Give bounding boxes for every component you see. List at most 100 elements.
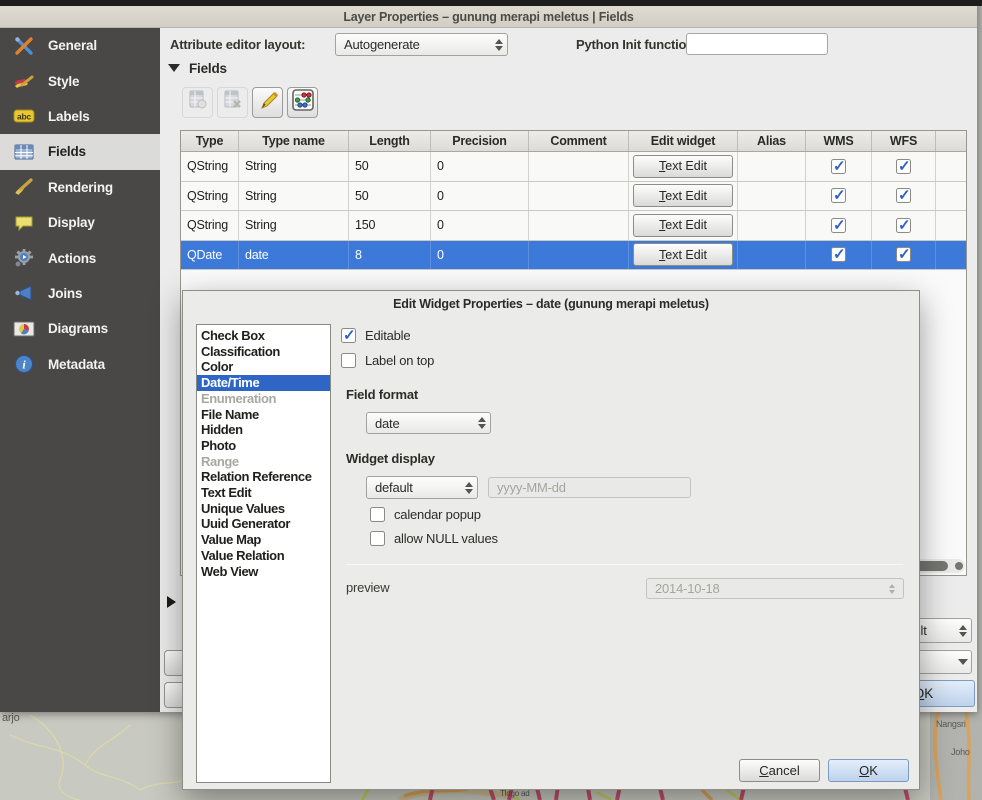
edit-widget-button[interactable]: Text Edit <box>633 214 733 237</box>
dropdown-arrow-icon[interactable] <box>955 659 971 665</box>
cell-type: QString <box>181 211 239 240</box>
column-header[interactable]: Edit widget <box>629 131 738 151</box>
spinner-arrows-icon[interactable] <box>955 625 971 637</box>
widget-type-item[interactable]: Relation Reference <box>197 469 330 485</box>
scrollbar-end-dot <box>955 562 963 570</box>
allow-null-checkbox-row[interactable]: allow NULL values <box>370 531 498 546</box>
panel-collapse-arrow-icon[interactable] <box>167 596 176 608</box>
table-row-selected[interactable]: QDate date 8 0 Text Edit <box>181 241 966 271</box>
ok-button[interactable]: OK <box>828 759 909 782</box>
sidebar-item-label: General <box>48 38 97 53</box>
sidebar-item-label: Display <box>48 215 95 230</box>
sidebar-item-fields[interactable]: Fields <box>0 134 160 169</box>
table-row[interactable]: QString String 50 0 Text Edit <box>181 182 966 212</box>
sidebar-item-labels[interactable]: abc Labels <box>0 99 160 134</box>
cell-alias <box>738 211 806 240</box>
widget-type-item[interactable]: Value Map <box>197 532 330 548</box>
cell-comment <box>529 241 629 270</box>
wms-checkbox[interactable] <box>831 218 846 233</box>
python-init-input[interactable] <box>686 33 828 55</box>
widget-type-item[interactable]: File Name <box>197 407 330 423</box>
edit-widget-button[interactable]: Text Edit <box>633 155 733 178</box>
attribute-editor-layout-combo[interactable]: Autogenerate <box>335 33 508 56</box>
python-init-label: Python Init function <box>576 37 694 52</box>
fields-table-header: Type Type name Length Precision Comment … <box>181 131 966 152</box>
toggle-editing-pencil-icon <box>257 89 279 116</box>
calendar-popup-checkbox[interactable] <box>370 507 385 522</box>
screen: arjo Nangsri Joho Tlogo ad Layer Propert… <box>0 0 982 800</box>
new-column-button[interactable] <box>182 87 213 118</box>
column-header[interactable]: Type name <box>239 131 349 151</box>
widget-type-item[interactable]: Color <box>197 359 330 375</box>
wms-checkbox[interactable] <box>831 159 846 174</box>
cell-precision: 0 <box>431 152 529 181</box>
sidebar-item-actions[interactable]: Actions <box>0 240 160 275</box>
editable-checkbox-row[interactable]: Editable <box>341 328 410 343</box>
wfs-checkbox[interactable] <box>896 159 911 174</box>
preview-value: 2014-10-18 <box>655 581 720 596</box>
calendar-popup-checkbox-row[interactable]: calendar popup <box>370 507 481 522</box>
editable-checkbox[interactable] <box>341 328 356 343</box>
cell-type: QString <box>181 152 239 181</box>
field-format-combo[interactable]: date <box>366 412 491 434</box>
spinner-arrows-icon[interactable] <box>474 417 490 429</box>
widget-type-item[interactable]: Value Relation <box>197 548 330 564</box>
widget-type-item[interactable]: Web View <box>197 564 330 580</box>
column-header[interactable]: Comment <box>529 131 629 151</box>
allow-null-checkbox[interactable] <box>370 531 385 546</box>
wfs-checkbox[interactable] <box>896 218 911 233</box>
label-on-top-checkbox-row[interactable]: Label on top <box>341 353 434 368</box>
sidebar-item-general[interactable]: General <box>0 28 160 63</box>
widget-type-item[interactable]: Photo <box>197 438 330 454</box>
widget-type-item[interactable]: Uuid Generator <box>197 516 330 532</box>
sidebar-item-metadata[interactable]: i Metadata <box>0 347 160 382</box>
cancel-button[interactable]: Cancel <box>739 759 820 782</box>
column-header[interactable]: Type <box>181 131 239 151</box>
wfs-checkbox[interactable] <box>896 247 911 262</box>
widget-type-item[interactable]: Check Box <box>197 328 330 344</box>
column-header[interactable]: Alias <box>738 131 806 151</box>
style-brush-icon <box>13 70 35 92</box>
group-collapse-caret-icon[interactable] <box>168 64 180 72</box>
widget-type-item[interactable]: Unique Values <box>197 501 330 517</box>
sidebar-item-rendering[interactable]: Rendering <box>0 170 160 205</box>
edit-widget-button[interactable]: Text Edit <box>633 184 733 207</box>
sidebar-item-display[interactable]: Display <box>0 205 160 240</box>
column-header[interactable]: Length <box>349 131 431 151</box>
column-header[interactable]: WFS <box>872 131 936 151</box>
column-header[interactable]: WMS <box>806 131 872 151</box>
wfs-checkbox[interactable] <box>896 188 911 203</box>
sidebar-item-diagrams[interactable]: Diagrams <box>0 311 160 346</box>
widget-display-combo[interactable]: default <box>366 476 478 499</box>
widget-type-item[interactable]: Classification <box>197 344 330 360</box>
toggle-editing-button[interactable] <box>252 87 283 118</box>
window-titlebar[interactable]: Layer Properties – gunung merapi meletus… <box>0 6 977 28</box>
widget-type-list[interactable]: Check Box Classification Color Date/Time… <box>196 324 331 783</box>
ok-button-label: OK <box>859 763 878 778</box>
edit-widget-button[interactable]: Text Edit <box>633 243 733 266</box>
label-on-top-checkbox[interactable] <box>341 353 356 368</box>
paintbrush-icon <box>13 176 35 198</box>
field-calculator-button[interactable] <box>287 87 318 118</box>
map-place-label: arjo <box>2 712 20 724</box>
widget-type-item-disabled: Range <box>197 454 330 470</box>
widget-type-item-selected[interactable]: Date/Time <box>197 375 330 391</box>
cell-length: 50 <box>349 152 431 181</box>
sidebar-item-joins[interactable]: Joins <box>0 276 160 311</box>
widget-type-item[interactable]: Text Edit <box>197 485 330 501</box>
spinner-arrows-icon[interactable] <box>461 482 477 494</box>
info-icon: i <box>13 353 35 375</box>
sidebar-item-label: Metadata <box>48 357 105 372</box>
allow-null-label: allow NULL values <box>394 531 498 546</box>
table-row[interactable]: QString String 50 0 Text Edit <box>181 152 966 182</box>
column-header[interactable]: Precision <box>431 131 529 151</box>
sidebar-item-style[interactable]: Style <box>0 63 160 98</box>
spinner-arrows-icon[interactable] <box>491 39 507 51</box>
widget-type-item[interactable]: Hidden <box>197 422 330 438</box>
wms-checkbox[interactable] <box>831 188 846 203</box>
tools-icon <box>13 35 35 57</box>
delete-column-button[interactable] <box>217 87 248 118</box>
delete-column-icon <box>222 89 244 116</box>
table-row[interactable]: QString String 150 0 Text Edit <box>181 211 966 241</box>
wms-checkbox[interactable] <box>831 247 846 262</box>
